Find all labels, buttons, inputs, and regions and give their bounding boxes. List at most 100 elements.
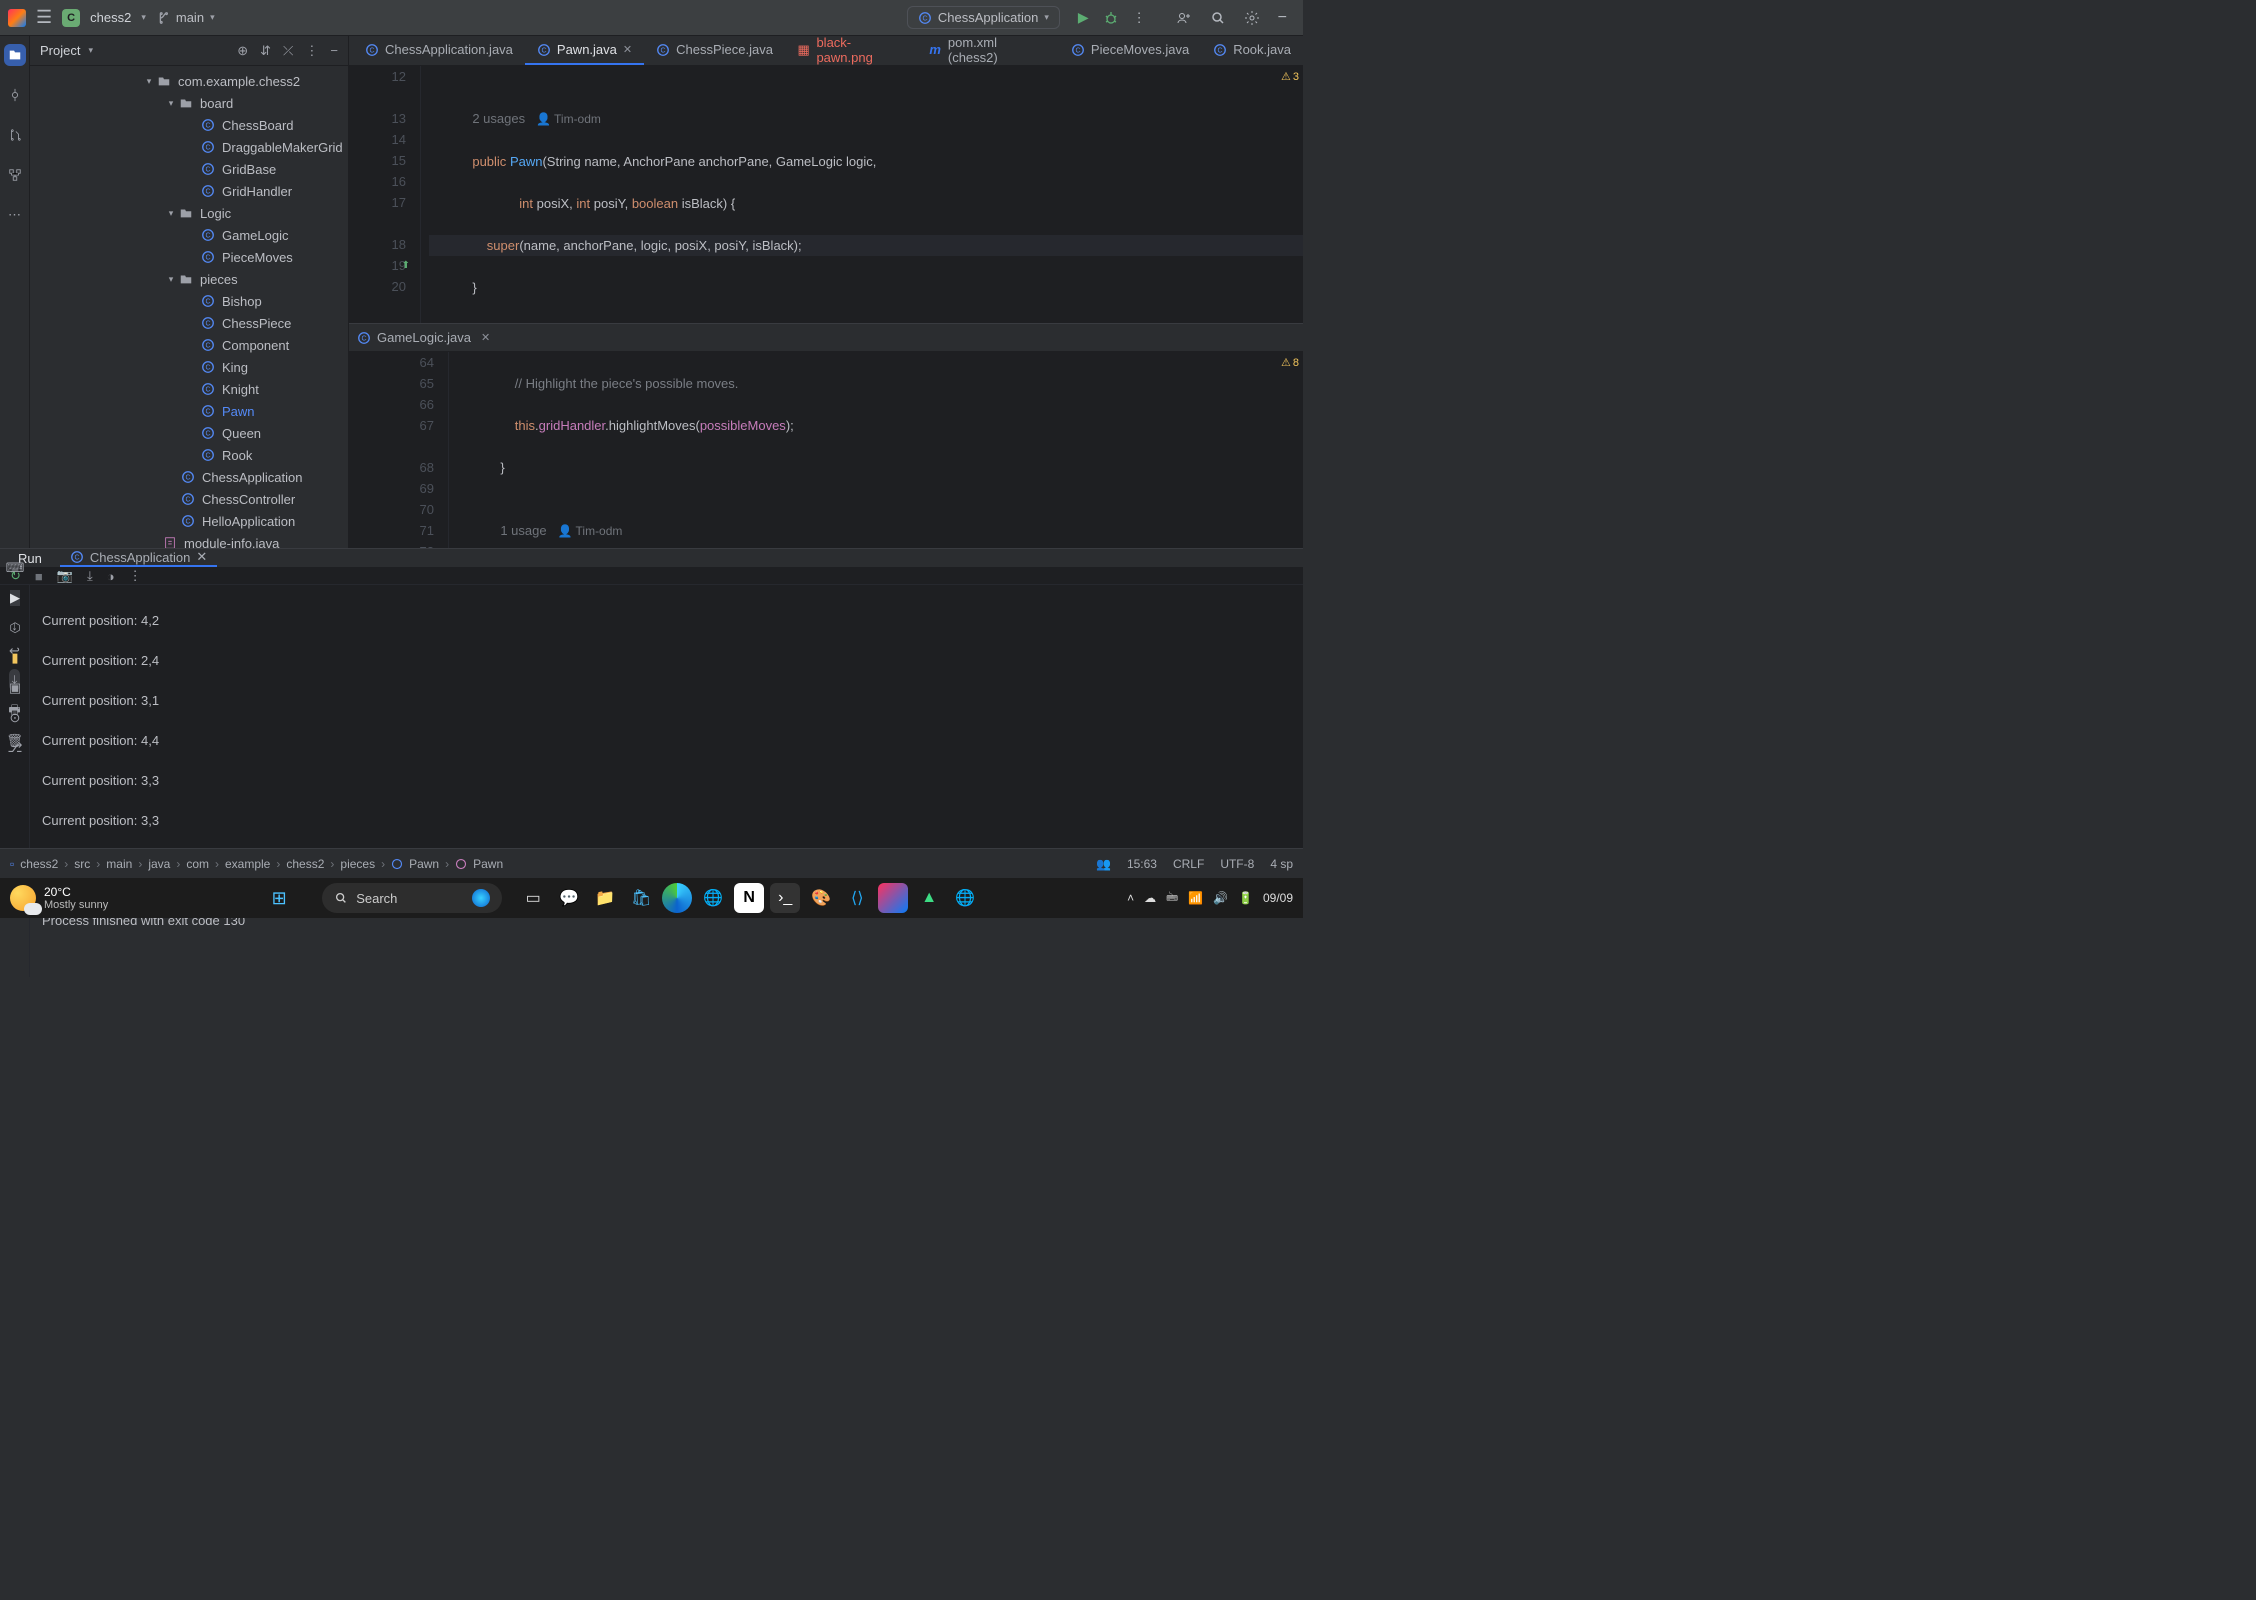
console-output[interactable]: Current position: 4,2 Current position: … bbox=[30, 585, 1303, 977]
layout-icon[interactable]: ◑ bbox=[107, 569, 115, 584]
encoding[interactable]: UTF-8 bbox=[1220, 857, 1254, 871]
pull-requests-tool-button[interactable] bbox=[4, 124, 26, 146]
tree-class[interactable]: CChessBoard bbox=[30, 114, 348, 136]
explorer-icon[interactable]: 📁 bbox=[590, 883, 620, 913]
line-sep[interactable]: CRLF bbox=[1173, 857, 1204, 871]
breadcrumb-item[interactable]: Pawn bbox=[409, 857, 439, 871]
chevron-down-icon[interactable]: ▾ bbox=[141, 12, 146, 23]
close-tab-icon[interactable]: ✕ bbox=[623, 43, 632, 56]
tree-class[interactable]: CKing bbox=[30, 356, 348, 378]
chevron-down-icon[interactable]: ▾ bbox=[88, 45, 93, 56]
code-area[interactable]: 2 usages 👤 Tim-odm public Pawn(String na… bbox=[421, 66, 1303, 323]
tree-package[interactable]: ▾com.example.chess2 bbox=[30, 70, 348, 92]
more-actions-icon[interactable]: ⋮ bbox=[1133, 10, 1146, 26]
breadcrumb-item[interactable]: chess2 bbox=[20, 857, 58, 871]
tree-class[interactable]: CGameLogic bbox=[30, 224, 348, 246]
project-tool-title[interactable]: Project bbox=[40, 43, 80, 58]
close-tab-icon[interactable]: ✕ bbox=[196, 549, 207, 565]
tab-pom[interactable]: mpom.xml (chess2) bbox=[916, 36, 1059, 65]
run-config-selector[interactable]: C ChessApplication ▾ bbox=[907, 6, 1060, 29]
edge-icon[interactable] bbox=[662, 883, 692, 913]
android-studio-icon[interactable]: ▲ bbox=[914, 883, 944, 913]
tray-chevron-icon[interactable]: ˄ bbox=[1127, 891, 1134, 905]
project-name[interactable]: chess2 bbox=[90, 10, 131, 25]
code-with-me-icon[interactable] bbox=[1176, 10, 1192, 26]
tree-folder-pieces[interactable]: ▾pieces bbox=[30, 268, 348, 290]
debug-button[interactable] bbox=[1103, 10, 1119, 26]
weather-widget[interactable]: 20°C Mostly sunny bbox=[10, 885, 108, 911]
tree-class[interactable]: CKnight bbox=[30, 378, 348, 400]
breadcrumb-item[interactable]: pieces bbox=[340, 857, 375, 871]
terminal-icon[interactable]: ›_ bbox=[770, 883, 800, 913]
tree-folder-board[interactable]: ▾board bbox=[30, 92, 348, 114]
breadcrumb-item[interactable]: src bbox=[74, 857, 90, 871]
structure-tool-button[interactable] bbox=[4, 164, 26, 186]
tree-class[interactable]: CChessController bbox=[30, 488, 348, 510]
language-icon[interactable]: 🖮 bbox=[1166, 888, 1178, 909]
gutter[interactable]: 12 13 14 15 16 17 18 19⬆ 20 bbox=[349, 66, 421, 323]
tree-class[interactable]: CRook bbox=[30, 444, 348, 466]
tree-class[interactable]: CComponent bbox=[30, 334, 348, 356]
editor-gamelogic[interactable]: C GameLogic.java ✕ ⚠ 8 64 65 66 67 68 69… bbox=[349, 324, 1303, 548]
breadcrumb-item[interactable]: example bbox=[225, 857, 270, 871]
breadcrumb-item[interactable]: java bbox=[148, 857, 170, 871]
tree-class[interactable]: CChessPiece bbox=[30, 312, 348, 334]
terminal-tool-button[interactable]: ⌨ bbox=[6, 560, 25, 576]
notion-icon[interactable]: N bbox=[734, 883, 764, 913]
vcs-branch[interactable]: main ▾ bbox=[156, 10, 215, 25]
caret-position[interactable]: 15:63 bbox=[1127, 857, 1157, 871]
wifi-icon[interactable]: 📶 bbox=[1188, 891, 1203, 905]
services-tool-button[interactable]: ⬡ bbox=[9, 620, 20, 636]
vscode-icon[interactable]: ⟨⟩ bbox=[842, 883, 872, 913]
select-opened-file-icon[interactable]: ⊕ bbox=[237, 43, 248, 59]
problems-tool-button[interactable]: ⊙ bbox=[10, 710, 21, 726]
start-button[interactable]: ⊞ bbox=[264, 883, 294, 913]
tab-pawn[interactable]: CPawn.java✕ bbox=[525, 36, 644, 65]
run-tool-button[interactable]: ▶ bbox=[10, 590, 20, 606]
project-tree[interactable]: ▾com.example.chess2 ▾board CChessBoard C… bbox=[30, 66, 348, 548]
taskbar-search[interactable]: Search bbox=[322, 883, 502, 913]
build-tool-button[interactable]: ▮ bbox=[11, 650, 18, 666]
minimize-button[interactable]: − bbox=[1278, 9, 1287, 27]
settings-icon[interactable] bbox=[1244, 10, 1260, 26]
editor-pawn[interactable]: ⚠ 3 12 13 14 15 16 17 18 19⬆ 20 2 usages… bbox=[349, 66, 1303, 324]
code-area[interactable]: // Highlight the piece's possible moves.… bbox=[449, 352, 1303, 548]
git-tool-button[interactable]: ⎇ bbox=[8, 740, 23, 756]
main-menu-icon[interactable]: ☰ bbox=[36, 7, 52, 28]
breadcrumb-item[interactable]: com bbox=[186, 857, 209, 871]
tree-class[interactable]: CHelloApplication bbox=[30, 510, 348, 532]
project-tool-button[interactable] bbox=[4, 44, 26, 66]
tab-piecemoves[interactable]: CPieceMoves.java bbox=[1059, 36, 1201, 65]
tab-black-pawn-png[interactable]: ▦black-pawn.png bbox=[785, 36, 916, 65]
tree-class[interactable]: CGridBase bbox=[30, 158, 348, 180]
intellij-icon[interactable] bbox=[878, 883, 908, 913]
hide-tool-icon[interactable]: − bbox=[330, 43, 338, 59]
exit-icon[interactable]: ⤓ bbox=[87, 568, 93, 584]
gutter[interactable]: 64 65 66 67 68 69 70 71 72 73 bbox=[349, 352, 449, 548]
tree-folder-logic[interactable]: ▾Logic bbox=[30, 202, 348, 224]
tree-class[interactable]: CBishop bbox=[30, 290, 348, 312]
more-icon[interactable]: ⋮ bbox=[129, 568, 142, 584]
battery-icon[interactable]: 🔋 bbox=[1238, 891, 1253, 905]
tool-options-icon[interactable]: ⋮ bbox=[305, 43, 318, 59]
breadcrumb-item[interactable]: Pawn bbox=[473, 857, 503, 871]
code-with-me-status-icon[interactable]: 👥 bbox=[1096, 857, 1111, 871]
ide-logo[interactable] bbox=[8, 9, 26, 27]
run-config-tab[interactable]: C ChessApplication ✕ bbox=[60, 549, 217, 567]
clock-date[interactable]: 09/09 bbox=[1263, 891, 1293, 905]
tree-class[interactable]: CChessApplication bbox=[30, 466, 348, 488]
tree-class[interactable]: CPieceMoves bbox=[30, 246, 348, 268]
chrome-icon[interactable]: 🌐 bbox=[698, 883, 728, 913]
chat-icon[interactable]: 💬 bbox=[554, 883, 584, 913]
onedrive-icon[interactable]: ☁ bbox=[1144, 891, 1156, 905]
module-icon[interactable]: ▫ bbox=[10, 857, 14, 871]
stop-button[interactable]: ■ bbox=[35, 569, 43, 584]
tree-class-pawn[interactable]: CPawn bbox=[30, 400, 348, 422]
paint-icon[interactable]: 🎨 bbox=[806, 883, 836, 913]
tree-module-info[interactable]: module-info.java bbox=[30, 532, 348, 548]
search-icon[interactable] bbox=[1210, 10, 1226, 26]
override-gutter-icon[interactable]: ⬆ bbox=[402, 255, 410, 276]
collapse-all-icon[interactable]: ⤫ bbox=[283, 43, 293, 59]
expand-all-icon[interactable]: ⇵ bbox=[260, 43, 271, 59]
tree-class[interactable]: CGridHandler bbox=[30, 180, 348, 202]
